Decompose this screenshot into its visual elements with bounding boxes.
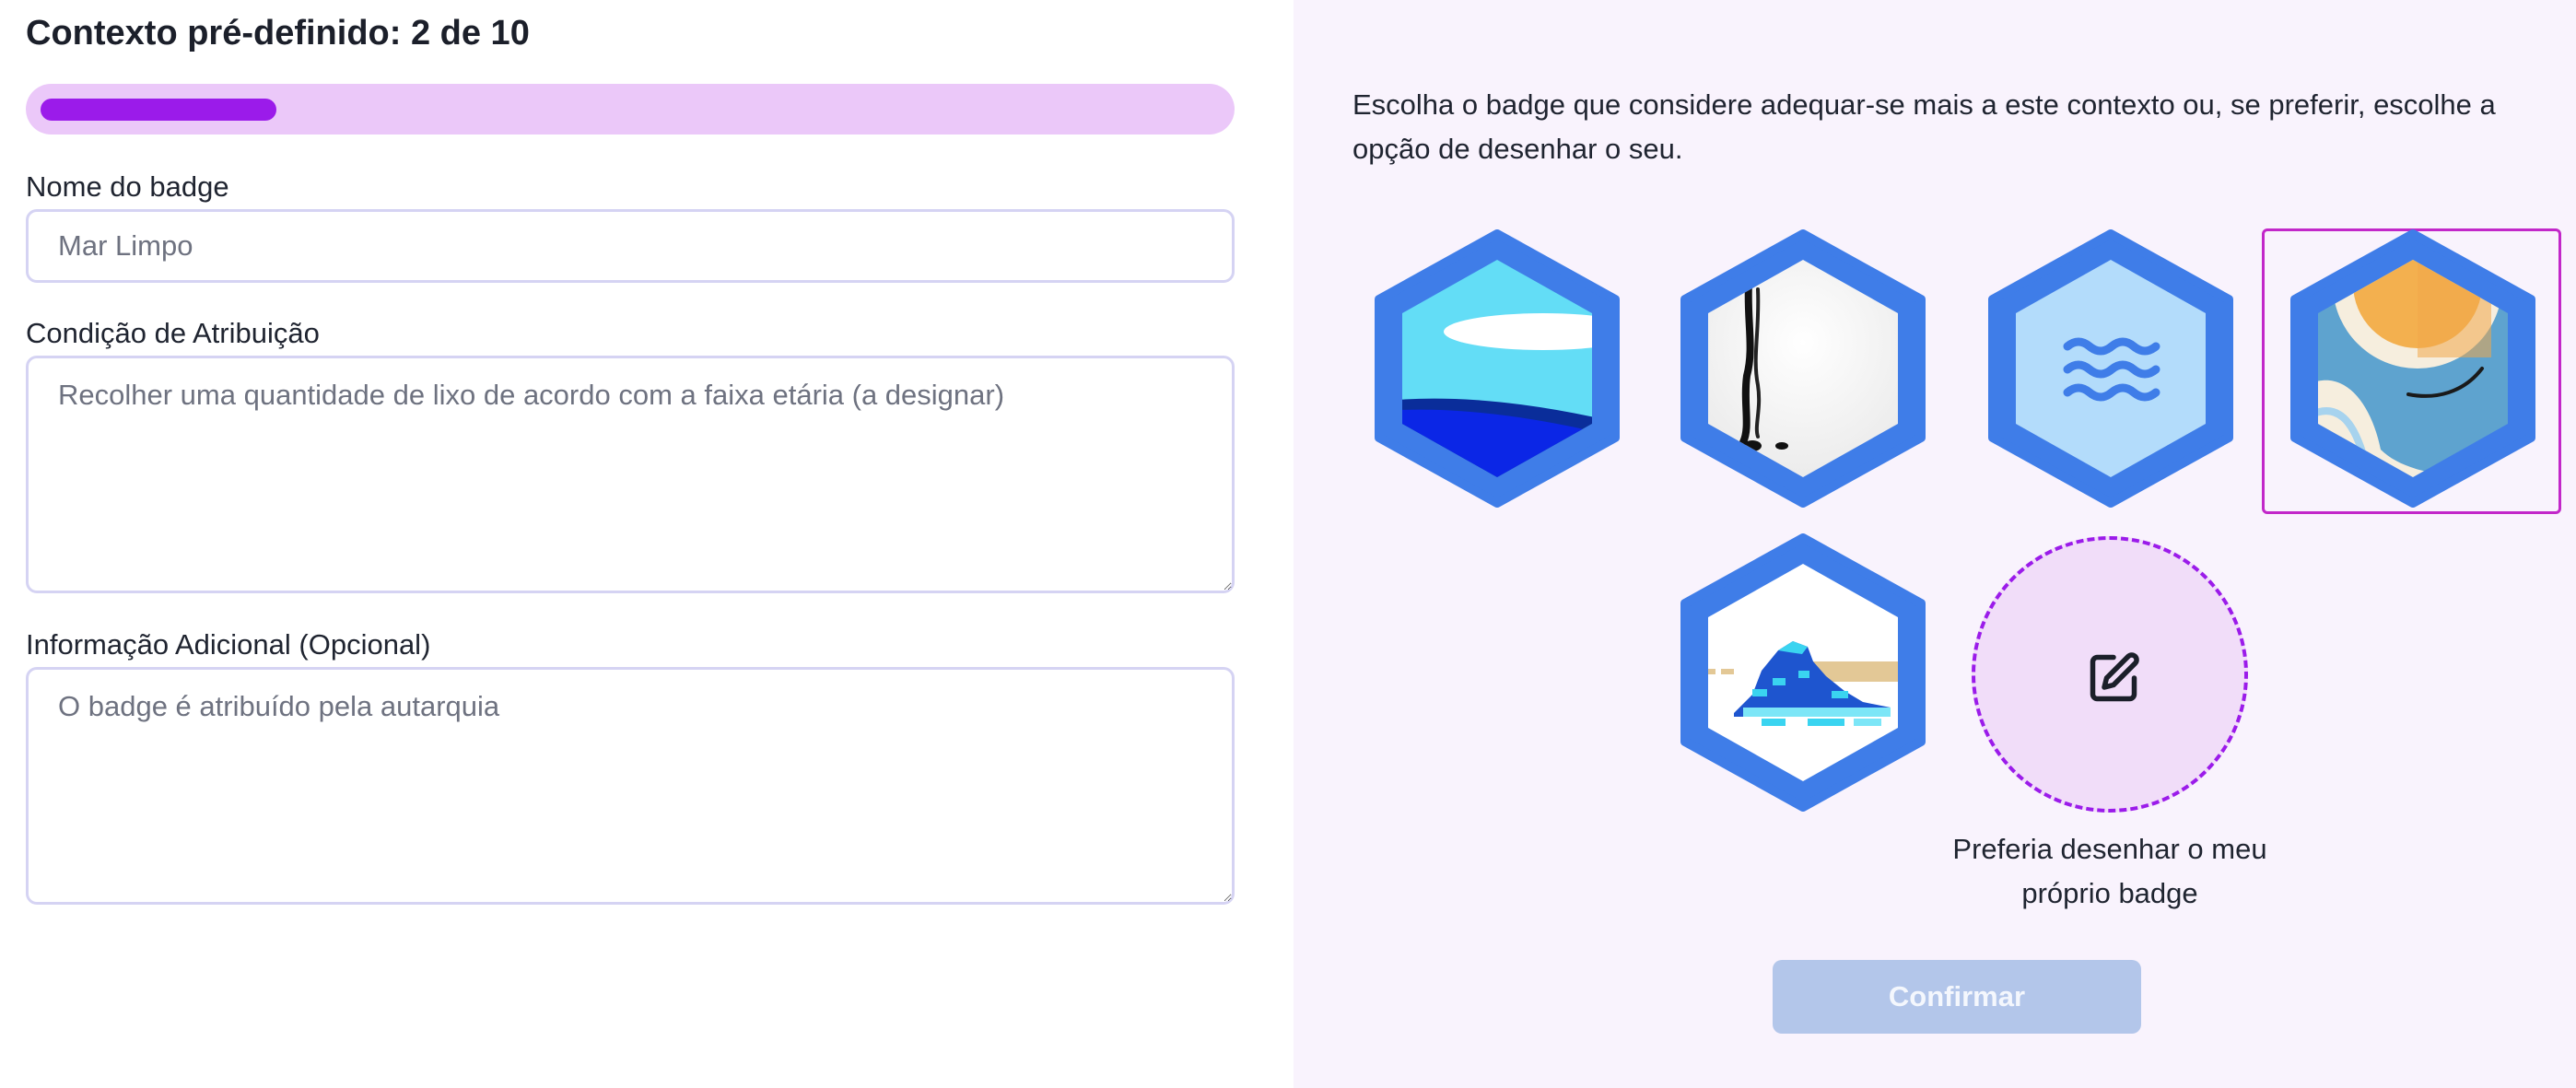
progress-bar-fill bbox=[41, 99, 276, 121]
badge-option-3[interactable] bbox=[1977, 228, 2244, 514]
badge-name-label: Nome do badge bbox=[26, 170, 229, 203]
waves-icon bbox=[1988, 229, 2233, 508]
badge-instruction: Escolha o badge que considere adequar-se… bbox=[1352, 88, 2496, 165]
draw-own-badge-label: Preferia desenhar o meu próprio badge bbox=[1952, 833, 2267, 909]
condition-label: Condição de Atribuição bbox=[26, 317, 320, 349]
badge-option-5[interactable] bbox=[1669, 532, 1937, 818]
badge-option-4[interactable] bbox=[2279, 228, 2547, 514]
additional-info-label: Informação Adicional (Opcional) bbox=[26, 628, 431, 661]
draw-own-badge-option[interactable] bbox=[1972, 536, 2248, 813]
badge-option-1[interactable] bbox=[1364, 228, 1631, 514]
sun-wave-icon bbox=[2290, 229, 2535, 508]
badge-option-2[interactable] bbox=[1669, 228, 1937, 514]
page-title: Contexto pré-definido: 2 de 10 bbox=[26, 14, 530, 53]
additional-info-textarea[interactable]: O badge é atribuído pela autarquia bbox=[26, 667, 1235, 905]
pixel-wave-icon bbox=[1680, 533, 1926, 812]
condition-textarea[interactable]: Recolher uma quantidade de lixo de acord… bbox=[26, 356, 1235, 593]
edit-pencil-icon bbox=[2090, 652, 2139, 702]
confirm-button[interactable]: Confirmar bbox=[1773, 960, 2141, 1034]
ink-drip-icon bbox=[1680, 229, 1926, 508]
sea-landscape-icon bbox=[1375, 229, 1620, 508]
badge-name-input[interactable] bbox=[26, 209, 1235, 283]
progress-bar bbox=[26, 84, 1235, 135]
